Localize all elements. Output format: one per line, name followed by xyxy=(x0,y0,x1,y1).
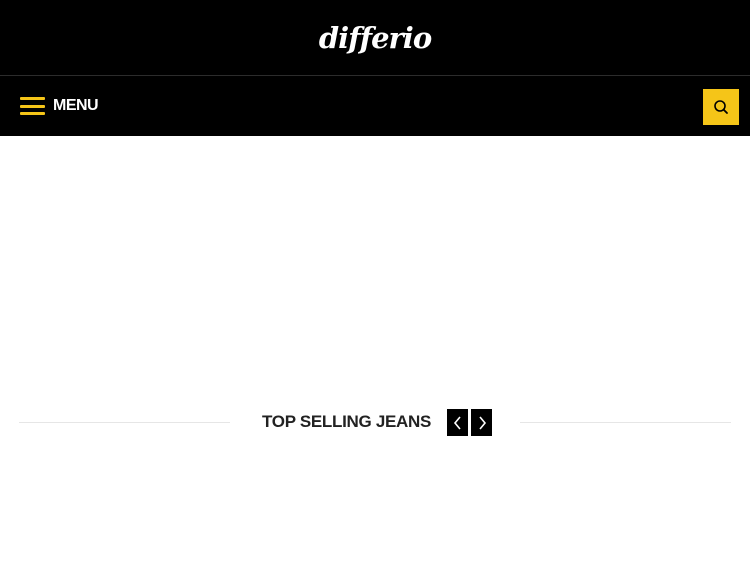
section-rule-right xyxy=(520,422,731,423)
site-header: differio xyxy=(0,0,750,75)
menu-button[interactable]: MENU xyxy=(20,94,99,118)
hamburger-icon xyxy=(20,97,45,115)
carousel-prev-button[interactable] xyxy=(447,409,468,436)
section-title: TOP SELLING JEANS xyxy=(262,412,432,431)
chevron-left-icon xyxy=(453,415,461,430)
section-rule-left xyxy=(19,422,230,423)
site-logo[interactable]: differio xyxy=(314,20,436,56)
search-icon xyxy=(714,100,728,114)
logo-text: differio xyxy=(318,20,432,55)
menu-label: MENU xyxy=(53,97,99,114)
search-button[interactable] xyxy=(703,89,739,125)
chevron-right-icon xyxy=(478,415,486,430)
top-selling-section-header: TOP SELLING JEANS xyxy=(0,405,750,439)
navigation-bar: MENU xyxy=(0,76,750,136)
carousel-next-button[interactable] xyxy=(471,409,492,436)
